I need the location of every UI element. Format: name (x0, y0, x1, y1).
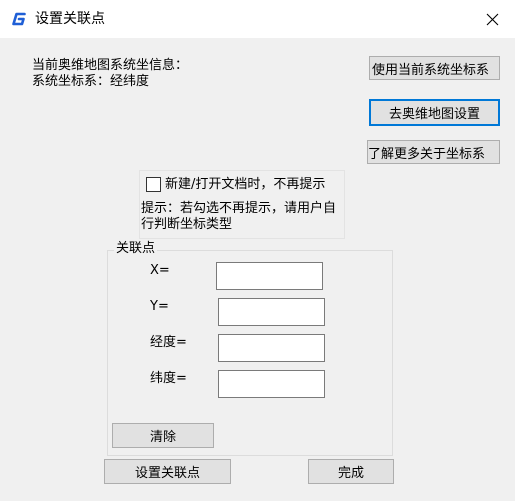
system-coordinate-text: 系统坐标系：经纬度 (32, 74, 150, 89)
system-info-heading: 当前奥维地图系统坐信息： (32, 58, 189, 73)
window-title: 设置关联点 (35, 11, 105, 27)
x-label: X= (150, 263, 170, 278)
dont-remind-checkbox[interactable] (146, 177, 161, 192)
hint-text: 提示：若勾选不再提示，请用户自行判断坐标类型 (141, 201, 337, 232)
y-label: Y= (150, 299, 169, 314)
longitude-label: 经度= (150, 335, 187, 350)
dont-remind-label[interactable]: 新建/打开文档时，不再提示 (165, 177, 325, 193)
use-current-system-button[interactable]: 使用当前系统坐标系 (369, 56, 500, 80)
longitude-input[interactable] (218, 334, 325, 362)
x-input[interactable] (216, 262, 323, 290)
latitude-label: 纬度= (150, 371, 187, 386)
g-logo-icon (10, 10, 28, 28)
learn-more-button[interactable]: 了解更多关于坐标系 (367, 140, 500, 164)
title-bar: 设置关联点 (0, 0, 515, 38)
latitude-input[interactable] (218, 370, 325, 398)
clear-button[interactable]: 清除 (112, 423, 214, 448)
close-icon (486, 13, 498, 25)
goto-settings-button[interactable]: 去奥维地图设置 (369, 99, 500, 126)
system-info: 当前奥维地图系统坐信息： 系统坐标系：经纬度 (32, 58, 188, 90)
group-title: 关联点 (114, 241, 158, 257)
y-input[interactable] (218, 298, 325, 326)
done-button[interactable]: 完成 (308, 459, 394, 484)
dialog-window: 设置关联点 当前奥维地图系统坐信息： 系统坐标系：经纬度 使用当前系统坐标系 去… (0, 0, 515, 501)
set-reference-points-button[interactable]: 设置关联点 (104, 459, 231, 484)
close-button[interactable] (469, 0, 515, 38)
